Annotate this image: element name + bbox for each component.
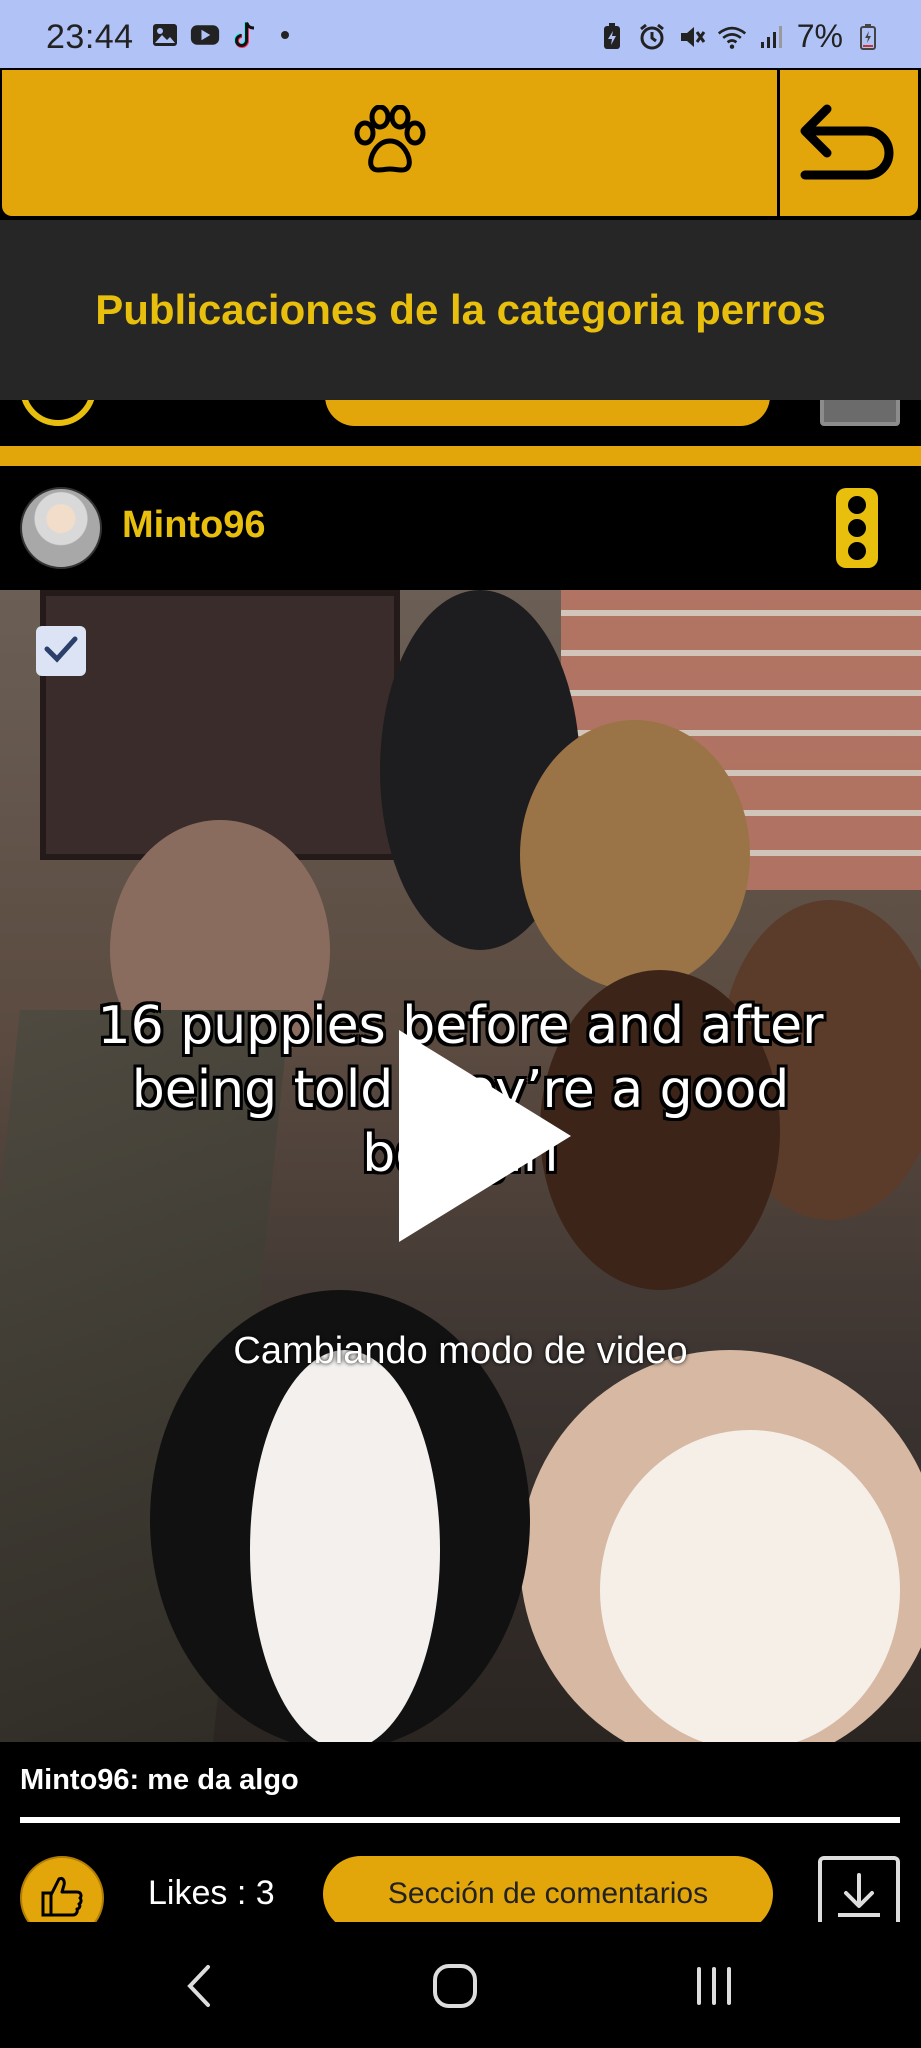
more-options-button[interactable] [836,488,878,568]
thumbs-up-icon [37,1871,87,1923]
paw-icon [349,104,431,182]
avatar[interactable] [20,487,102,569]
signal-icon [757,22,787,52]
post-divider [0,446,921,466]
like-button[interactable] [20,1856,104,1922]
video-status: Cambiando modo de video [233,1330,688,1372]
top-bar [0,68,921,220]
back-nav-icon [180,1961,220,2016]
wifi-icon [717,22,747,52]
previous-like-button[interactable] [20,400,96,426]
video-checkbox[interactable] [36,626,86,676]
page-title: Publicaciones de la categoria perros [95,286,826,333]
back-nav-button[interactable] [170,1958,230,2018]
status-bar: 23:44 7% [0,0,921,68]
download-icon [832,1869,886,1923]
dog-husky-face [600,1430,900,1742]
system-nav-bar [0,1922,921,2048]
category-header: Publicaciones de la categoria perros [0,220,921,400]
back-arrow-icon [797,101,901,186]
post-username[interactable]: Minto96 [122,504,266,547]
status-time: 23:44 [46,18,134,56]
dot-icon [270,20,300,50]
dog-bernese-face [250,1350,440,1742]
download-button[interactable] [818,1856,900,1922]
likes-count: Likes : 3 [148,1874,275,1912]
mute-icon [677,22,707,52]
play-icon [395,1030,575,1250]
more-dot [848,496,866,515]
tiktok-icon [230,20,260,50]
dog-shepherd [520,720,750,990]
home-nav-icon [430,1961,480,2016]
video-player[interactable]: 16 puppies before and after being told t… [0,590,921,1742]
post-header: Minto96 [0,466,921,590]
youtube-icon [190,20,220,50]
footer-divider [20,1817,900,1823]
battery-saver-icon [597,22,627,52]
more-dot [848,541,866,560]
battery-percent: 7% [796,18,843,54]
alarm-icon [637,22,667,52]
back-button[interactable] [780,70,918,216]
image-icon [150,20,180,50]
more-dot [848,518,866,537]
post-description: Minto96: me da algo [20,1764,299,1796]
post-footer: Minto96: me da algo Likes : 3 Sección de… [0,1742,921,1922]
home-nav-button[interactable] [425,1958,485,2018]
check-icon [43,634,79,669]
recents-nav-button[interactable] [684,1958,744,2018]
comments-button[interactable]: Sección de comentarios [323,1856,773,1922]
previous-comments-button[interactable] [325,400,770,426]
play-button[interactable] [395,1026,575,1246]
battery-icon [853,22,883,52]
previous-post-actions [0,400,921,446]
paw-button[interactable] [2,70,779,216]
recents-nav-icon [689,1961,739,2016]
previous-download-button[interactable] [820,400,900,426]
